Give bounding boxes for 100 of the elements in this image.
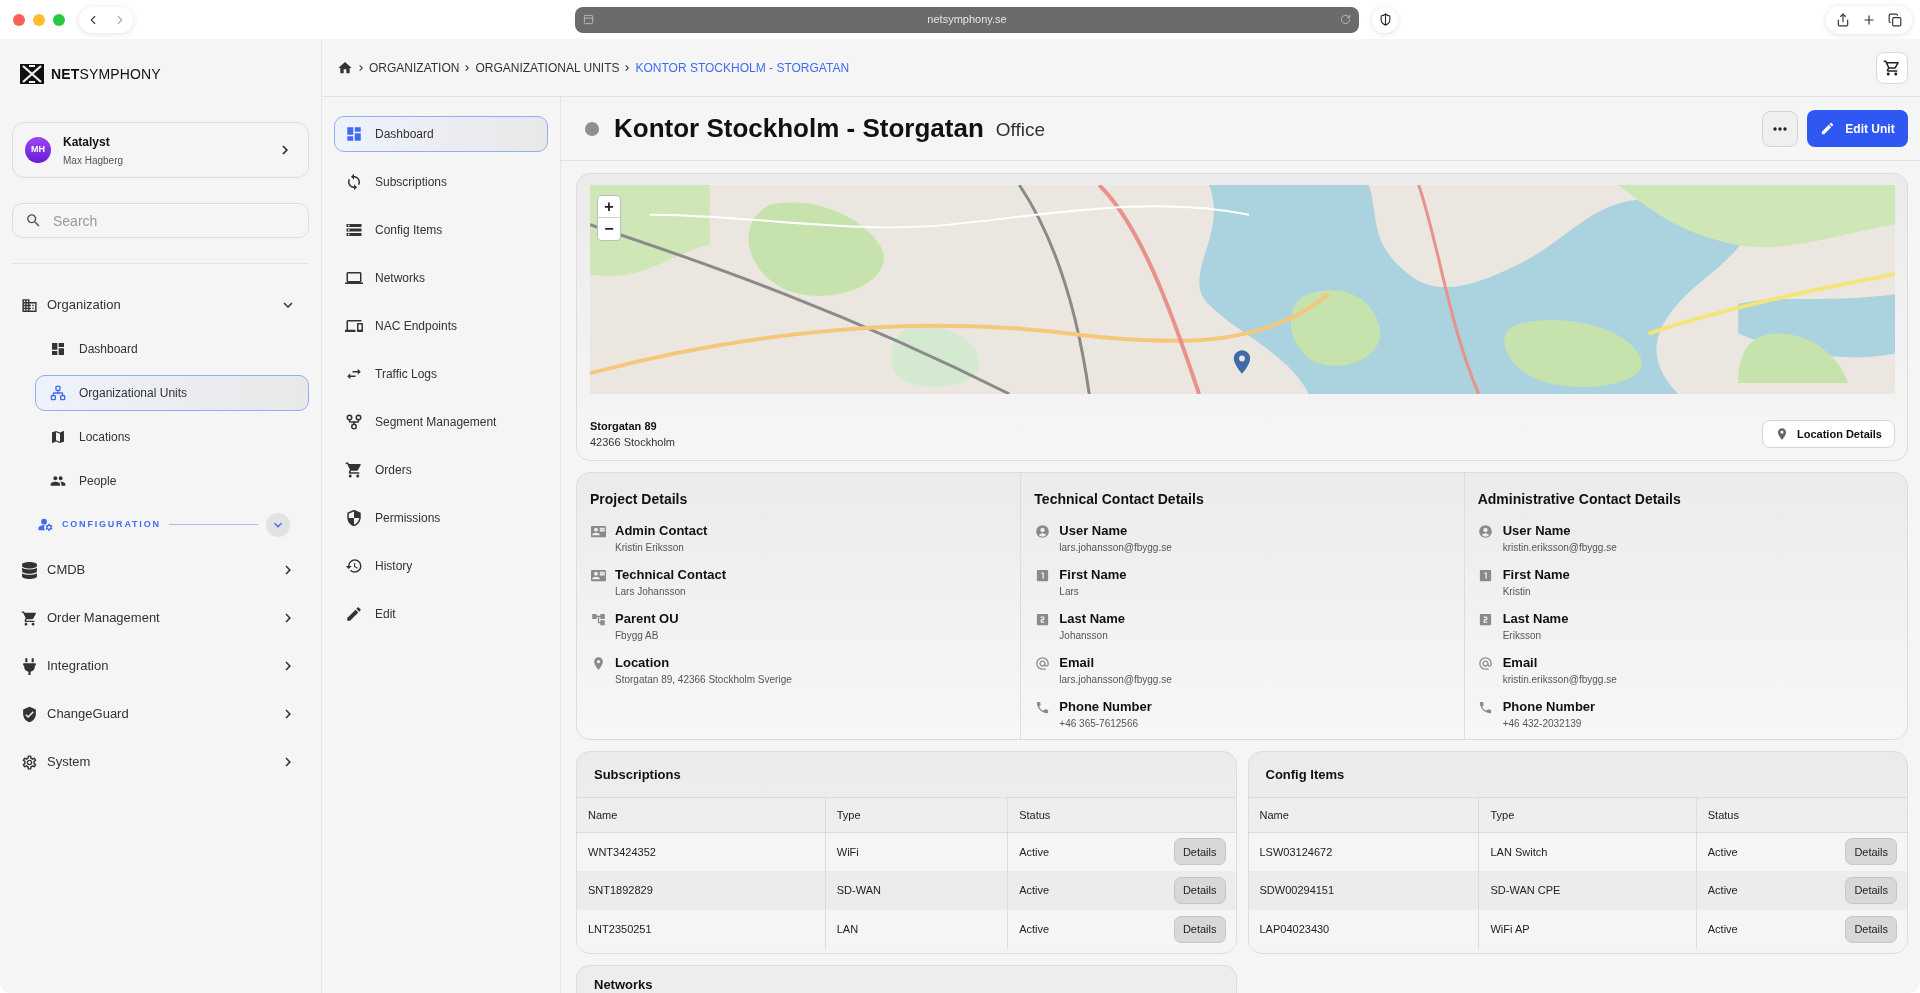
search-field[interactable]: Search xyxy=(12,203,309,238)
location-details-button[interactable]: Location Details xyxy=(1762,420,1895,448)
status-text: Active xyxy=(1019,844,1050,860)
field-label: Technical Contact xyxy=(615,566,726,584)
nav-item[interactable]: NAC Endpoints xyxy=(334,308,548,344)
details-button[interactable]: Details xyxy=(1845,838,1897,866)
reload-icon[interactable] xyxy=(1340,14,1351,25)
field-value: lars.johansson@fbygg.se xyxy=(1059,673,1172,687)
edit-unit-button[interactable]: Edit Unit xyxy=(1807,110,1908,147)
brand-name: NETSYMPHONY xyxy=(51,64,161,84)
hierarchy-icon xyxy=(50,385,66,401)
details-button[interactable]: Details xyxy=(1173,916,1226,943)
number-two-icon xyxy=(1478,611,1494,627)
tabs-icon[interactable] xyxy=(1888,12,1902,27)
nav-item[interactable]: Segment Management xyxy=(334,404,548,440)
dashboard-icon xyxy=(50,341,66,357)
user-icon xyxy=(1478,523,1494,539)
field-value: lars.johansson@fbygg.se xyxy=(1059,541,1172,555)
field-value: Lars xyxy=(1059,585,1080,599)
at-sign-icon xyxy=(1034,655,1050,671)
cart-button[interactable] xyxy=(1876,51,1908,84)
page-icon xyxy=(583,14,594,25)
nav-item[interactable]: Order Management xyxy=(12,594,309,642)
nav-item[interactable]: History xyxy=(334,548,548,584)
table-cell: SDW00294151 xyxy=(1248,871,1479,910)
history-icon xyxy=(345,557,363,575)
nav-item[interactable]: Subscriptions xyxy=(334,164,548,200)
more-button[interactable] xyxy=(1762,110,1798,147)
field-value: Kristin Eriksson xyxy=(615,541,685,555)
zoom-in-button[interactable]: + xyxy=(598,196,620,218)
plus-icon[interactable] xyxy=(1862,12,1876,27)
shield-check-icon xyxy=(21,705,38,723)
window-close-icon[interactable] xyxy=(13,13,25,26)
zoom-out-button[interactable]: − xyxy=(598,218,620,240)
hierarchy-icon xyxy=(590,611,606,627)
field-label: First Name xyxy=(1502,566,1570,584)
plug-icon xyxy=(21,657,38,675)
number-two-icon xyxy=(1034,611,1050,627)
column-header: Status xyxy=(1696,798,1907,832)
table-cell: LAN Switch xyxy=(1478,832,1697,871)
server-stack-icon xyxy=(345,221,363,239)
nav-item[interactable]: People xyxy=(35,463,309,499)
nav-item[interactable]: Orders xyxy=(334,452,548,488)
section-heading: CONFIGURATION xyxy=(62,517,161,531)
nav-item[interactable]: Organizational Units xyxy=(35,375,309,411)
table-cell: LAN xyxy=(825,910,1008,949)
column-header: Status xyxy=(1007,798,1236,832)
field-value: Johansson xyxy=(1059,629,1109,643)
field-label: User Name xyxy=(1059,522,1129,540)
field-label: Parent OU xyxy=(615,610,679,628)
at-sign-icon xyxy=(1478,655,1494,671)
nav-item[interactable]: CMDB xyxy=(12,546,309,594)
nav-item[interactable]: Integration xyxy=(12,642,309,690)
details-button[interactable]: Details xyxy=(1173,838,1226,866)
shield-icon[interactable] xyxy=(1378,13,1392,26)
home-icon[interactable] xyxy=(337,59,353,76)
status-text: Active xyxy=(1019,883,1050,899)
table-cell: SNT1892829 xyxy=(577,871,826,910)
devices-icon xyxy=(345,317,363,335)
address-bar[interactable]: netsymphony.se xyxy=(575,6,1359,33)
contact-card-icon xyxy=(590,567,606,583)
monitor-icon xyxy=(345,269,363,287)
logo-icon xyxy=(20,64,44,84)
field-label: Phone Number xyxy=(1502,698,1596,716)
account-card[interactable]: MH Katalyst Max Hagberg xyxy=(12,122,309,178)
nav-item[interactable]: Dashboard xyxy=(35,331,309,367)
details-button[interactable]: Details xyxy=(1173,877,1226,904)
field-value: +46 432-2032139 xyxy=(1502,717,1583,731)
page-title: Kontor Stockholm - Storgatan xyxy=(614,112,984,145)
nav-item[interactable]: System xyxy=(12,738,309,786)
cart-icon xyxy=(21,609,38,627)
section-title: Technical Contact Details xyxy=(1034,490,1205,508)
nav-item[interactable]: Traffic Logs xyxy=(334,356,548,392)
nav-item[interactable]: Permissions xyxy=(334,500,548,536)
breadcrumb-link[interactable]: ORGANIZATIONAL UNITS xyxy=(475,58,620,77)
nav-item[interactable]: Locations xyxy=(35,419,309,455)
share-icon[interactable] xyxy=(1836,12,1850,27)
shield-icon xyxy=(345,509,363,527)
nav-item[interactable]: Networks xyxy=(334,260,548,296)
dashboard-icon xyxy=(345,125,363,143)
details-button[interactable]: Details xyxy=(1845,877,1897,904)
nav-item[interactable]: Dashboard xyxy=(334,116,548,152)
contact-card-icon xyxy=(590,523,606,539)
field-value: kristin.eriksson@fbygg.se xyxy=(1502,673,1617,687)
details-button[interactable]: Details xyxy=(1845,916,1897,943)
field-label: Location xyxy=(615,654,671,672)
nav-item[interactable]: Edit xyxy=(334,596,548,632)
breadcrumb-current[interactable]: KONTOR STOCKHOLM - STORGATAN xyxy=(635,58,850,77)
window-maximize-icon[interactable] xyxy=(53,13,65,26)
field-label: Phone Number xyxy=(1059,698,1152,716)
table-cell: LNT2350251 xyxy=(577,910,826,949)
organization-name: Katalyst xyxy=(63,133,111,150)
nav-item[interactable]: Config Items xyxy=(334,212,548,248)
breadcrumb-link[interactable]: ORGANIZATION xyxy=(369,58,460,77)
address-street: Storgatan 89 xyxy=(590,419,658,433)
nav-item[interactable]: Organization xyxy=(12,283,309,327)
card-title: Config Items xyxy=(1265,765,1345,784)
user-gear-icon xyxy=(37,516,54,533)
table-cell: WiFi xyxy=(825,832,1008,871)
nav-item[interactable]: ChangeGuard xyxy=(12,690,309,738)
